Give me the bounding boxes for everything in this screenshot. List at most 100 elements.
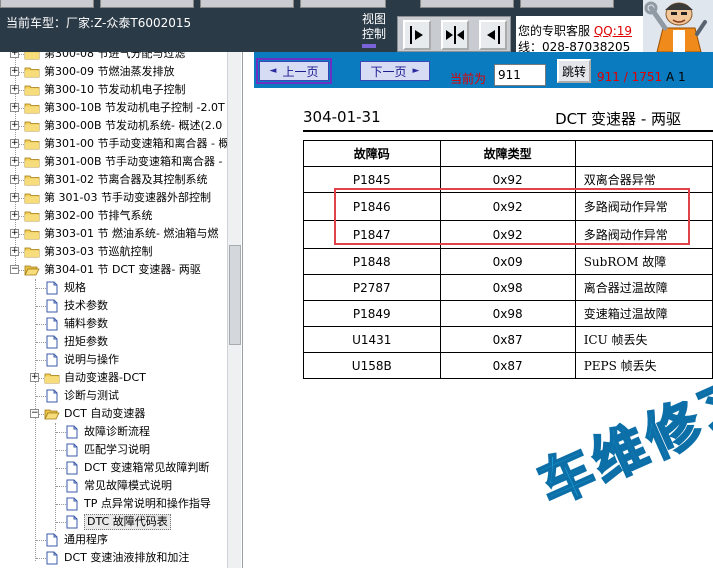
jump-button[interactable]: 跳转 (557, 59, 591, 83)
contact-info: 您的专职客服 QQ:19 线：028-87038205 (516, 16, 644, 52)
expand-icon[interactable]: + (10, 103, 19, 112)
tree-item-document[interactable]: 常见故障模式说明 (0, 477, 226, 495)
view-expand-right-button[interactable] (403, 20, 431, 50)
table-row: P1848 0x09 SubROM 故障 (303, 248, 713, 275)
expand-icon[interactable]: + (10, 85, 19, 94)
document-icon (46, 299, 58, 313)
collapse-icon[interactable]: − (30, 409, 39, 418)
view-split-button[interactable] (441, 20, 469, 50)
arrow-right-bar-icon (410, 26, 423, 44)
expand-icon[interactable]: + (10, 247, 19, 256)
tree-item-document[interactable]: 技术参数 (0, 297, 226, 315)
view-control-label: 视图 控制 (362, 12, 392, 42)
tree-item-label: 自动变速器-DCT (64, 371, 146, 384)
folder-icon (24, 85, 40, 96)
current-vehicle-label: 当前车型：厂家:Z-众泰T6002015 (6, 16, 192, 30)
top-tab-5[interactable] (420, 0, 514, 8)
tree-item-folder[interactable]: + 第 301-03 节手动变速器外部控制 (0, 189, 226, 207)
expand-icon[interactable]: + (10, 157, 19, 166)
next-page-button[interactable]: 下一页 ► (360, 61, 430, 81)
collapse-icon[interactable]: − (10, 265, 19, 274)
tree-item-label: 第300-10 节发动机电子控制 (44, 83, 186, 96)
tree-scrollbar[interactable] (227, 52, 241, 568)
top-tab-3[interactable] (200, 0, 294, 8)
view-control-line1: 视图 (362, 12, 387, 26)
tree-item-folder[interactable]: + 第301-02 节离合器及其控制系统 (0, 171, 226, 189)
tree-item-folder[interactable]: + 第300-08 节进气分配与过滤 (0, 52, 226, 63)
tree-item-label: 第301-02 节离合器及其控制系统 (44, 173, 208, 186)
folder-icon (24, 193, 40, 204)
column-header-description (574, 140, 713, 167)
tree-item-document[interactable]: 辅料参数 (0, 315, 226, 333)
document-title: DCT 变速器 - 两驱 (555, 110, 681, 128)
expand-icon[interactable]: + (10, 211, 19, 220)
tree-item-label: 第303-03 节巡航控制 (44, 245, 153, 258)
tree-item-label: 第300-09 节燃油蒸发排放 (44, 65, 175, 78)
tree-item-document[interactable]: DCT 变速油液排放和加注 (0, 549, 226, 567)
tree-item-document[interactable]: DTC 故障代码表 (0, 513, 226, 531)
top-tab-4[interactable] (300, 0, 386, 8)
expand-icon[interactable]: + (10, 229, 19, 238)
folder-icon (44, 373, 60, 384)
tree-item-label: 通用程序 (64, 533, 108, 546)
dtc-code-cell: P1848 (303, 248, 441, 275)
page-number-input[interactable] (494, 64, 546, 86)
tree-item-document[interactable]: DCT 变速箱常见故障判断 (0, 459, 226, 477)
tree-item-label: 第 301-03 节手动变速器外部控制 (44, 191, 211, 204)
top-tab-1[interactable] (0, 0, 94, 8)
dtc-description-cell: 变速箱过温故障 (574, 300, 713, 327)
contact-qq-link[interactable]: QQ:19 (594, 24, 632, 38)
expand-icon[interactable]: + (10, 52, 19, 58)
mechanic-mascot-icon (643, 0, 713, 52)
tree-item-document[interactable]: 诊断与测试 (0, 387, 226, 405)
open-folder-icon (44, 409, 60, 420)
tree-item-folder[interactable]: − DCT 自动变速器 (0, 405, 226, 423)
tree-item-label: 故障诊断流程 (84, 425, 150, 438)
top-tab-2[interactable] (100, 0, 194, 8)
expand-icon[interactable]: + (10, 193, 19, 202)
tree-item-folder[interactable]: − 第304-01 节 DCT 变速器- 两驱 (0, 261, 226, 279)
tree-item-label: 规格 (64, 281, 86, 294)
expand-icon[interactable]: + (10, 175, 19, 184)
view-expand-left-button[interactable] (479, 20, 507, 50)
document-icon (66, 479, 78, 493)
tree-item-folder[interactable]: + 第301-00 节手动变速箱和离合器 - 概 (0, 135, 229, 153)
dtc-description-cell: ICU 帧丢失 (574, 326, 713, 353)
expand-icon[interactable]: + (10, 139, 19, 148)
top-tab-6[interactable] (520, 0, 614, 8)
arrow-left-icon: ◄ (269, 66, 277, 76)
expand-icon[interactable]: + (10, 67, 19, 76)
tree-item-label: TP 点异常说明和操作指导 (84, 497, 211, 510)
tree-item-folder[interactable]: + 第300-00B 节发动机系统- 概述(2.0 (0, 117, 226, 135)
document-icon (46, 389, 58, 403)
view-control-indicator (362, 44, 376, 48)
document-icon (66, 515, 78, 529)
tree-item-folder[interactable]: + 第300-10B 节发动机电子控制 -2.0T (0, 99, 226, 117)
tree-item-folder[interactable]: + 第300-09 节燃油蒸发排放 (0, 63, 226, 81)
tree-item-folder[interactable]: + 第303-01 节 燃油系统- 燃油箱与燃 (0, 225, 226, 243)
previous-page-button[interactable]: ◄ 上一页 (256, 58, 332, 84)
tree-item-folder[interactable]: + 第303-03 节巡航控制 (0, 243, 226, 261)
highlight-box (334, 188, 690, 245)
tree-item-document[interactable]: 扭矩参数 (0, 333, 226, 351)
tree-item-label: 诊断与测试 (64, 389, 119, 402)
previous-page-label: 上一页 (282, 64, 319, 79)
tree-item-document[interactable]: TP 点异常说明和操作指导 (0, 495, 226, 513)
table-header-row: 故障码 故障类型 (303, 140, 713, 167)
tree-item-document[interactable]: 故障诊断流程 (0, 423, 226, 441)
tree-item-document[interactable]: 规格 (0, 279, 226, 297)
tree-item-document[interactable]: 通用程序 (0, 531, 226, 549)
tree-item-document[interactable]: 匹配学习说明 (0, 441, 226, 459)
expand-icon[interactable]: + (10, 121, 19, 130)
split-arrows-icon (446, 26, 464, 44)
tree-item-folder[interactable]: + 第301-00B 节手动变速箱和离合器 - (0, 153, 226, 171)
tree-item-folder[interactable]: + 第302-00 节排气系统 (0, 207, 226, 225)
tree-scroll-thumb[interactable] (229, 245, 241, 345)
document-icon (66, 425, 78, 439)
tree-item-folder[interactable]: + 自动变速器-DCT (0, 369, 226, 387)
tree-item-folder[interactable]: + 第300-10 节发动机电子控制 (0, 81, 226, 99)
expand-icon[interactable]: + (30, 373, 39, 382)
tree-item-document[interactable]: 说明与操作 (0, 351, 226, 369)
document-icon (66, 443, 78, 457)
table-row: U1431 0x87 ICU 帧丢失 (303, 326, 713, 353)
